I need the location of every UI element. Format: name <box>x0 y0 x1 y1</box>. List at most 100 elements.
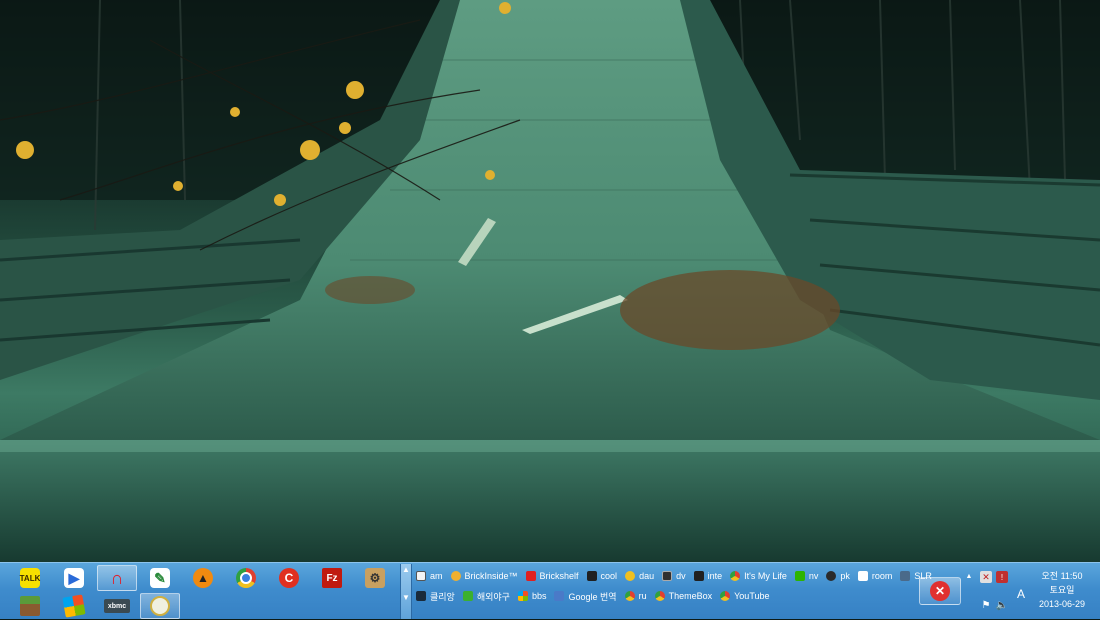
links-row-2: 클리앙 해외야구 bbs Google 번역 ru ThemeBox YouTu… <box>416 586 778 606</box>
chat-app-button[interactable] <box>140 593 180 619</box>
link-label: Google 번역 <box>568 591 617 602</box>
link-cool[interactable]: cool <box>586 571 618 581</box>
link-pk[interactable]: pk <box>826 571 850 581</box>
link-label: pk <box>840 571 850 581</box>
daum-icon <box>625 571 636 581</box>
ccleaner-icon: C <box>279 568 299 588</box>
link-its-my-life[interactable]: It's My Life <box>730 571 787 581</box>
windows-button[interactable] <box>54 593 94 619</box>
toolbar-scroll-handle[interactable]: ▲ ▼ <box>400 564 412 619</box>
link-label: ThemeBox <box>668 591 713 601</box>
link-label: bbs <box>531 591 547 601</box>
app-close-icon: ✕ <box>930 581 950 601</box>
naver-icon <box>794 571 805 581</box>
taskbar: TALK ▶ ∩ ✎ ▲ C Fz ⚙ xbmc ▲ ▼ am BrickIns… <box>0 562 1100 619</box>
link-inte[interactable]: inte <box>693 571 722 581</box>
daum-potplayer-button[interactable]: ▶ <box>54 565 94 591</box>
flag-icon[interactable]: ⚑ <box>980 599 992 611</box>
link-label: dv <box>676 571 686 581</box>
chrome-icon <box>730 571 741 581</box>
link-label: cool <box>600 571 618 581</box>
brickshelf-icon <box>525 571 536 581</box>
brickinside-icon <box>450 571 461 581</box>
link-dau[interactable]: dau <box>625 571 654 581</box>
system-tray: ▲ ✕ ! A ⚑ 🔈 <box>962 567 1040 617</box>
desktop-wallpaper <box>0 0 1100 562</box>
clock-date: 2013-06-29 <box>1038 599 1086 609</box>
link-label: nv <box>808 571 819 581</box>
network-alert-icon[interactable]: ✕ <box>980 571 992 583</box>
clock-time: 오전 11:50 <box>1041 571 1083 581</box>
running-app-button[interactable]: ✕ <box>919 577 961 605</box>
filezilla-button[interactable]: Fz <box>312 565 352 591</box>
tool-app-button[interactable]: ⚙ <box>355 565 395 591</box>
xbmc-button[interactable]: xbmc <box>97 593 137 619</box>
chrome-icon <box>624 591 635 601</box>
link-label: ru <box>638 591 647 601</box>
links-toolbar: am BrickInside™ Brickshelf cool dau dv i… <box>416 566 932 618</box>
ccleaner-button[interactable]: C <box>269 565 309 591</box>
link-dv[interactable]: dv <box>662 571 686 581</box>
link-clien[interactable]: 클리앙 <box>416 590 455 603</box>
link-brickshelf[interactable]: Brickshelf <box>525 571 579 581</box>
scroll-up-icon[interactable]: ▲ <box>402 566 410 574</box>
link-label: room <box>871 571 893 581</box>
link-nv[interactable]: nv <box>794 571 819 581</box>
link-label: 해외야구 <box>476 591 510 602</box>
link-label: It's My Life <box>744 571 787 581</box>
wallpaper-image <box>0 0 1100 562</box>
link-label: Brickshelf <box>539 571 579 581</box>
link-google-translate[interactable]: Google 번역 <box>554 590 617 603</box>
links-row-1: am BrickInside™ Brickshelf cool dau dv i… <box>416 566 940 586</box>
link-bbs[interactable]: bbs <box>517 591 547 601</box>
link-youtube[interactable]: YouTube <box>720 591 770 601</box>
aimp-icon: ▲ <box>193 568 213 588</box>
windows-icon <box>62 594 86 618</box>
clock[interactable]: 오전 11:50 토요일 2013-06-29 <box>1030 569 1094 611</box>
aimp-button[interactable]: ▲ <box>183 565 223 591</box>
feather-app-button[interactable]: ✎ <box>140 565 180 591</box>
amazon-icon <box>416 571 426 581</box>
xbmc-icon: xbmc <box>104 599 130 613</box>
magnet-button[interactable]: ∩ <box>97 565 137 591</box>
volume-icon[interactable]: 🔈 <box>996 599 1008 611</box>
link-label: 클리앙 <box>430 591 455 602</box>
link-label: YouTube <box>734 591 770 601</box>
link-themebox[interactable]: ThemeBox <box>654 591 713 601</box>
chat-bubble-icon <box>150 596 170 616</box>
ifl-icon <box>693 571 704 581</box>
link-brickinside[interactable]: BrickInside™ <box>450 571 518 581</box>
clien-icon <box>416 591 426 601</box>
clock-weekday: 토요일 <box>1049 585 1075 595</box>
tool-app-icon: ⚙ <box>365 568 385 588</box>
scroll-down-icon[interactable]: ▼ <box>402 594 410 602</box>
link-mlbpark[interactable]: 해외야구 <box>462 590 510 603</box>
chrome-button[interactable] <box>226 565 266 591</box>
dv-icon <box>662 571 673 581</box>
room-icon <box>857 571 868 581</box>
link-room[interactable]: room <box>857 571 893 581</box>
baseball-icon <box>462 591 473 601</box>
link-ru[interactable]: ru <box>624 591 647 601</box>
cool-icon <box>586 571 597 581</box>
feather-app-icon: ✎ <box>150 568 170 588</box>
link-label: am <box>430 571 443 581</box>
slr-icon <box>900 571 911 581</box>
pinned-apps: TALK ▶ ∩ ✎ ▲ C Fz ⚙ xbmc <box>8 564 398 620</box>
translate-icon <box>554 591 565 601</box>
windows-icon <box>517 591 528 601</box>
pk-icon <box>826 571 837 581</box>
chrome-icon <box>720 591 731 601</box>
chrome-icon <box>654 591 665 601</box>
link-label: dau <box>639 571 655 581</box>
ime-indicator[interactable]: A <box>1014 587 1028 601</box>
minecraft-button[interactable] <box>10 593 50 619</box>
filezilla-icon: Fz <box>322 568 342 588</box>
tray-expand-icon[interactable]: ▲ <box>964 571 974 581</box>
link-am[interactable]: am <box>416 571 443 581</box>
security-alert-icon[interactable]: ! <box>996 571 1008 583</box>
link-label: BrickInside™ <box>464 571 518 581</box>
minecraft-icon <box>20 596 40 616</box>
magnet-icon: ∩ <box>110 567 124 588</box>
kakaotalk-button[interactable]: TALK <box>10 565 50 591</box>
